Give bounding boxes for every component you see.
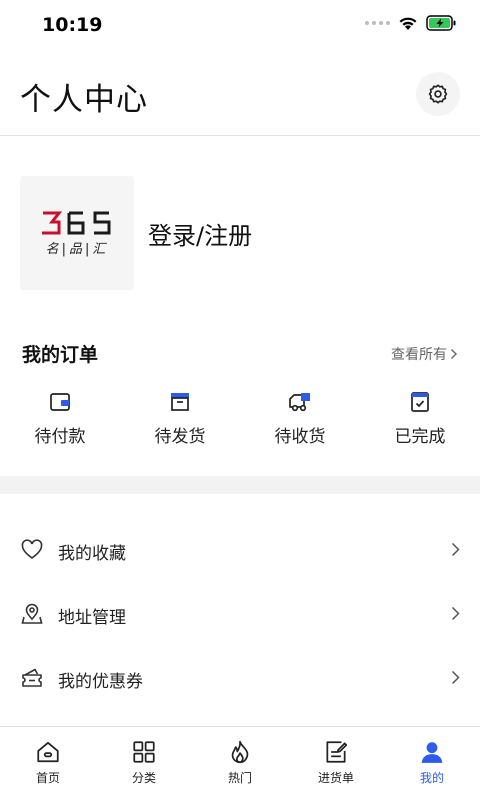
status-bar: 10:19	[0, 0, 480, 52]
status-time: 10:19	[42, 14, 103, 36]
heart-icon	[21, 539, 43, 559]
menu-item-favorites[interactable]: 我的收藏	[0, 518, 480, 582]
order-item-label: 待发货	[154, 427, 206, 447]
flame-icon	[231, 740, 249, 764]
wifi-icon	[399, 17, 417, 30]
wallet-icon	[50, 393, 70, 411]
order-pending-shipment[interactable]: 待发货	[120, 390, 240, 447]
orders-header: 我的订单 查看所有	[22, 340, 458, 368]
tab-label: 热门	[227, 771, 252, 785]
chevron-right-icon	[451, 606, 460, 621]
truck-icon	[289, 393, 310, 412]
coupon-icon	[22, 668, 42, 687]
menu-item-address[interactable]: 地址管理	[0, 582, 480, 646]
brand-logo	[42, 211, 111, 234]
box-icon	[171, 393, 189, 411]
order-item-label: 已完成	[394, 427, 446, 447]
chevron-right-icon	[451, 670, 460, 685]
location-icon	[21, 603, 43, 624]
brand-subtitle: 名|品|汇	[45, 241, 109, 257]
menu-item-label: 我的优惠券	[58, 672, 143, 692]
menu-item-coupons[interactable]: 我的优惠券	[0, 646, 480, 710]
avatar[interactable]: 名|品|汇	[20, 176, 134, 290]
tab-purchase-list[interactable]: 进货单	[288, 739, 384, 786]
tab-label: 首页	[35, 771, 60, 785]
page-header: 个人中心	[0, 52, 480, 136]
order-pending-payment[interactable]: 待付款	[0, 390, 120, 447]
chevron-right-icon	[451, 542, 460, 557]
order-completed[interactable]: 已完成	[360, 390, 480, 447]
settings-button[interactable]	[416, 72, 460, 116]
order-item-label: 待收货	[274, 427, 326, 447]
tab-home[interactable]: 首页	[0, 739, 96, 786]
chevron-right-icon	[451, 349, 457, 359]
home-icon	[37, 741, 59, 763]
order-list-icon	[326, 741, 348, 763]
orders-title: 我的订单	[22, 344, 99, 366]
tab-hot[interactable]: 热门	[192, 739, 288, 786]
signal-dots-icon	[365, 21, 390, 25]
menu-item-label: 地址管理	[58, 608, 126, 628]
login-register-link[interactable]: 登录/注册	[148, 216, 252, 251]
page-title: 个人中心	[20, 82, 148, 118]
tab-mine[interactable]: 我的	[384, 739, 480, 786]
order-status-row: 待付款 待发货 待收货 已完成	[0, 390, 480, 454]
tab-label: 我的	[419, 771, 444, 785]
tab-label: 进货单	[317, 771, 354, 785]
profile-section[interactable]: 名|品|汇 登录/注册	[20, 176, 252, 290]
checkbox-icon	[411, 392, 429, 412]
bottom-tab-bar: 首页 分类 热门 进货单 我的	[0, 726, 480, 800]
section-divider	[0, 476, 480, 494]
status-icons	[365, 15, 456, 31]
menu-item-label: 我的收藏	[58, 544, 126, 564]
gear-icon	[428, 84, 448, 104]
user-icon	[421, 742, 443, 763]
tab-category[interactable]: 分类	[96, 739, 192, 786]
order-item-label: 待付款	[34, 427, 86, 447]
grid-icon	[133, 741, 155, 763]
battery-charging-icon	[426, 15, 456, 31]
view-all-label: 查看所有	[391, 347, 447, 363]
tab-label: 分类	[131, 771, 156, 785]
order-pending-receipt[interactable]: 待收货	[240, 390, 360, 447]
view-all-orders-link[interactable]: 查看所有	[391, 344, 458, 364]
